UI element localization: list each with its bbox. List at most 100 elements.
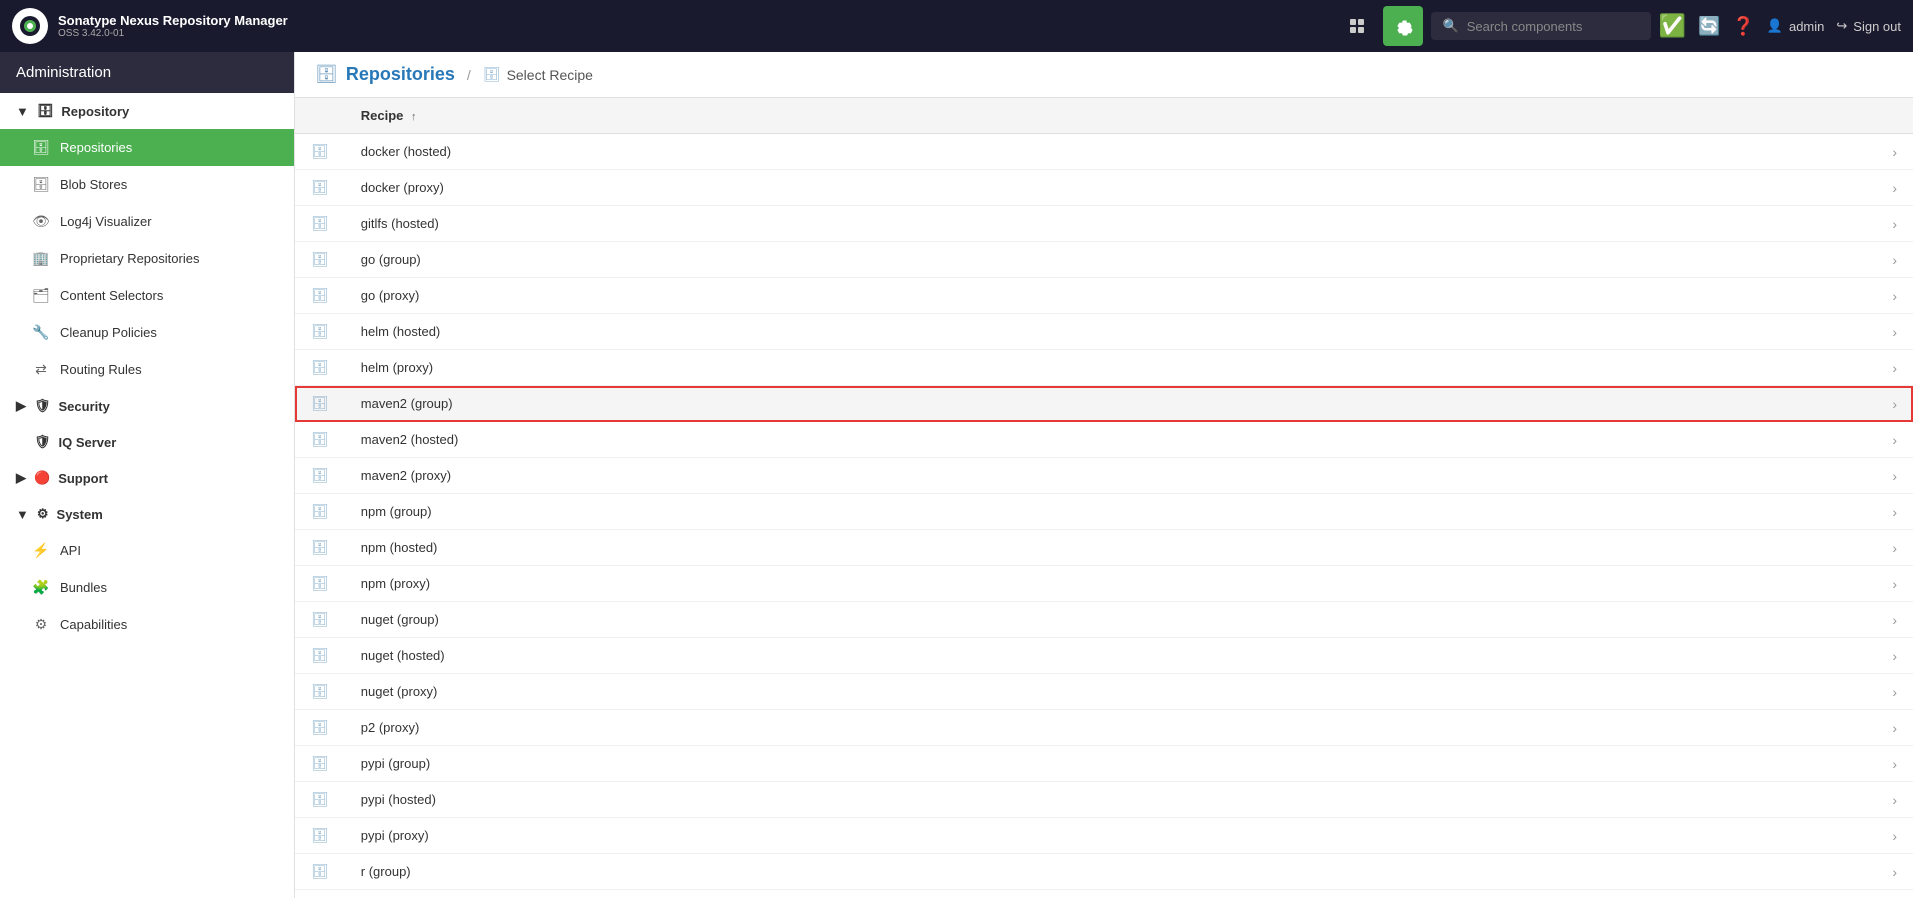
sidebar-item-routing-rules[interactable]: ⇄ Routing Rules — [0, 351, 294, 388]
db-icon: 🗄 — [311, 323, 329, 339]
row-arrow-icon[interactable]: › — [1876, 494, 1913, 530]
health-check-icon[interactable]: ✅ — [1659, 13, 1686, 39]
sidebar-item-cleanup-policies[interactable]: 🔧 Cleanup Policies — [0, 314, 294, 351]
row-arrow-icon[interactable]: › — [1876, 782, 1913, 818]
db-icon: 🗄 — [311, 467, 329, 483]
sidebar-content: ▼ 🗄 Repository 🗄 Repositories 🗄 Blob Sto… — [0, 93, 294, 898]
nav-icons — [1337, 6, 1423, 46]
sidebar-group-support[interactable]: ▶ 🔴 Support — [0, 460, 294, 496]
table-row[interactable]: 🗄docker (hosted)› — [295, 134, 1913, 170]
row-arrow-icon[interactable]: › — [1876, 746, 1913, 782]
blob-stores-icon: 🗄 — [32, 176, 50, 193]
table-row[interactable]: 🗄npm (group)› — [295, 494, 1913, 530]
row-arrow-icon[interactable]: › — [1876, 134, 1913, 170]
table-row[interactable]: 🗄maven2 (hosted)› — [295, 422, 1913, 458]
help-icon[interactable]: ❓ — [1732, 16, 1754, 37]
row-arrow-icon[interactable]: › — [1876, 458, 1913, 494]
table-row[interactable]: 🗄pypi (hosted)› — [295, 782, 1913, 818]
table-row[interactable]: 🗄go (proxy)› — [295, 278, 1913, 314]
table-row[interactable]: 🗄docker (proxy)› — [295, 170, 1913, 206]
table-row[interactable]: 🗄gitlfs (hosted)› — [295, 206, 1913, 242]
sort-asc-icon: ↑ — [411, 111, 417, 123]
row-arrow-icon[interactable]: › — [1876, 314, 1913, 350]
bundles-label: Bundles — [60, 580, 107, 595]
row-arrow-icon[interactable]: › — [1876, 422, 1913, 458]
sidebar-item-proprietary[interactable]: 🏢 Proprietary Repositories — [0, 240, 294, 277]
brand: Sonatype Nexus Repository Manager OSS 3.… — [12, 8, 1329, 44]
sidebar-header: Administration — [0, 52, 294, 93]
user-menu[interactable]: 👤 admin — [1767, 18, 1825, 34]
sidebar-group-system[interactable]: ▼ ⚙ System — [0, 496, 294, 532]
signout-btn[interactable]: ↪ Sign out — [1836, 18, 1901, 34]
search-bar[interactable]: 🔍 — [1431, 12, 1651, 40]
navbar: Sonatype Nexus Repository Manager OSS 3.… — [0, 0, 1913, 52]
sidebar-group-iq-server[interactable]: ▶ 🛡 IQ Server — [0, 424, 294, 460]
table-row[interactable]: 🗄pypi (proxy)› — [295, 818, 1913, 854]
table-row[interactable]: 🗄p2 (proxy)› — [295, 710, 1913, 746]
row-recipe-name: npm (hosted) — [345, 530, 1877, 566]
search-input[interactable] — [1467, 19, 1639, 34]
sidebar-group-repository[interactable]: ▼ 🗄 Repository — [0, 93, 294, 129]
user-icon: 👤 — [1767, 18, 1783, 34]
row-db-icon: 🗄 — [295, 494, 345, 530]
row-recipe-name: npm (proxy) — [345, 566, 1877, 602]
row-arrow-icon[interactable]: › — [1876, 386, 1913, 422]
browse-icon-btn[interactable] — [1337, 6, 1377, 46]
row-arrow-icon[interactable]: › — [1876, 638, 1913, 674]
row-arrow-icon[interactable]: › — [1876, 674, 1913, 710]
recipe-table-container[interactable]: Recipe ↑ 🗄docker (hosted)›🗄docker (proxy… — [295, 98, 1913, 898]
db-icon: 🗄 — [311, 611, 329, 627]
row-db-icon: 🗄 — [295, 314, 345, 350]
row-arrow-icon[interactable]: › — [1876, 242, 1913, 278]
search-icon: 🔍 — [1443, 18, 1459, 34]
capabilities-label: Capabilities — [60, 617, 127, 632]
row-arrow-icon[interactable]: › — [1876, 170, 1913, 206]
row-arrow-icon[interactable]: › — [1876, 602, 1913, 638]
table-row[interactable]: 🗄helm (hosted)› — [295, 314, 1913, 350]
row-arrow-icon[interactable]: › — [1876, 818, 1913, 854]
sidebar-group-security[interactable]: ▶ 🛡 Security — [0, 388, 294, 424]
table-row[interactable]: 🗄nuget (proxy)› — [295, 674, 1913, 710]
row-arrow-icon[interactable]: › — [1876, 710, 1913, 746]
table-row[interactable]: 🗄npm (proxy)› — [295, 566, 1913, 602]
sidebar-item-content-selectors[interactable]: 🗂 Content Selectors — [0, 277, 294, 314]
row-arrow-icon[interactable]: › — [1876, 350, 1913, 386]
row-arrow-icon[interactable]: › — [1876, 206, 1913, 242]
row-db-icon: 🗄 — [295, 566, 345, 602]
row-db-icon: 🗄 — [295, 350, 345, 386]
refresh-icon[interactable]: 🔄 — [1698, 16, 1720, 37]
page-title: Repositories — [346, 64, 455, 85]
row-db-icon: 🗄 — [295, 854, 345, 890]
sidebar-item-bundles[interactable]: 🧩 Bundles — [0, 569, 294, 606]
table-row[interactable]: 🗄npm (hosted)› — [295, 530, 1913, 566]
table-row[interactable]: 🗄r (group)› — [295, 854, 1913, 890]
settings-icon-btn[interactable] — [1383, 6, 1423, 46]
table-row[interactable]: 🗄pypi (group)› — [295, 746, 1913, 782]
row-arrow-icon[interactable]: › — [1876, 566, 1913, 602]
sidebar-item-blob-stores[interactable]: 🗄 Blob Stores — [0, 166, 294, 203]
row-db-icon: 🗄 — [295, 638, 345, 674]
sidebar-item-api[interactable]: ⚡ API — [0, 532, 294, 569]
table-row[interactable]: 🗄maven2 (proxy)› — [295, 458, 1913, 494]
sidebar-item-log4j[interactable]: 👁 Log4j Visualizer — [0, 203, 294, 240]
repository-group-icon: 🗄 — [37, 103, 54, 119]
brand-text: Sonatype Nexus Repository Manager OSS 3.… — [58, 13, 288, 39]
row-arrow-icon[interactable]: › — [1876, 854, 1913, 890]
sidebar-item-capabilities[interactable]: ⚙ Capabilities — [0, 606, 294, 643]
col-recipe-header[interactable]: Recipe ↑ — [345, 98, 1877, 134]
sidebar-item-repositories[interactable]: 🗄 Repositories — [0, 129, 294, 166]
table-row[interactable]: 🗄helm (proxy)› — [295, 350, 1913, 386]
table-row[interactable]: 🗄nuget (hosted)› — [295, 638, 1913, 674]
log4j-label: Log4j Visualizer — [60, 214, 152, 229]
routing-icon: ⇄ — [32, 361, 50, 378]
table-row[interactable]: 🗄go (group)› — [295, 242, 1913, 278]
row-arrow-icon[interactable]: › — [1876, 530, 1913, 566]
row-arrow-icon[interactable]: › — [1876, 890, 1913, 898]
db-icon: 🗄 — [311, 251, 329, 267]
row-arrow-icon[interactable]: › — [1876, 278, 1913, 314]
table-row[interactable]: 🗄nuget (group)› — [295, 602, 1913, 638]
cleanup-label: Cleanup Policies — [60, 325, 157, 340]
table-row[interactable]: 🗄maven2 (group)› — [295, 386, 1913, 422]
db-icon: 🗄 — [311, 503, 329, 519]
table-row[interactable]: 🗄r (hosted)› — [295, 890, 1913, 898]
